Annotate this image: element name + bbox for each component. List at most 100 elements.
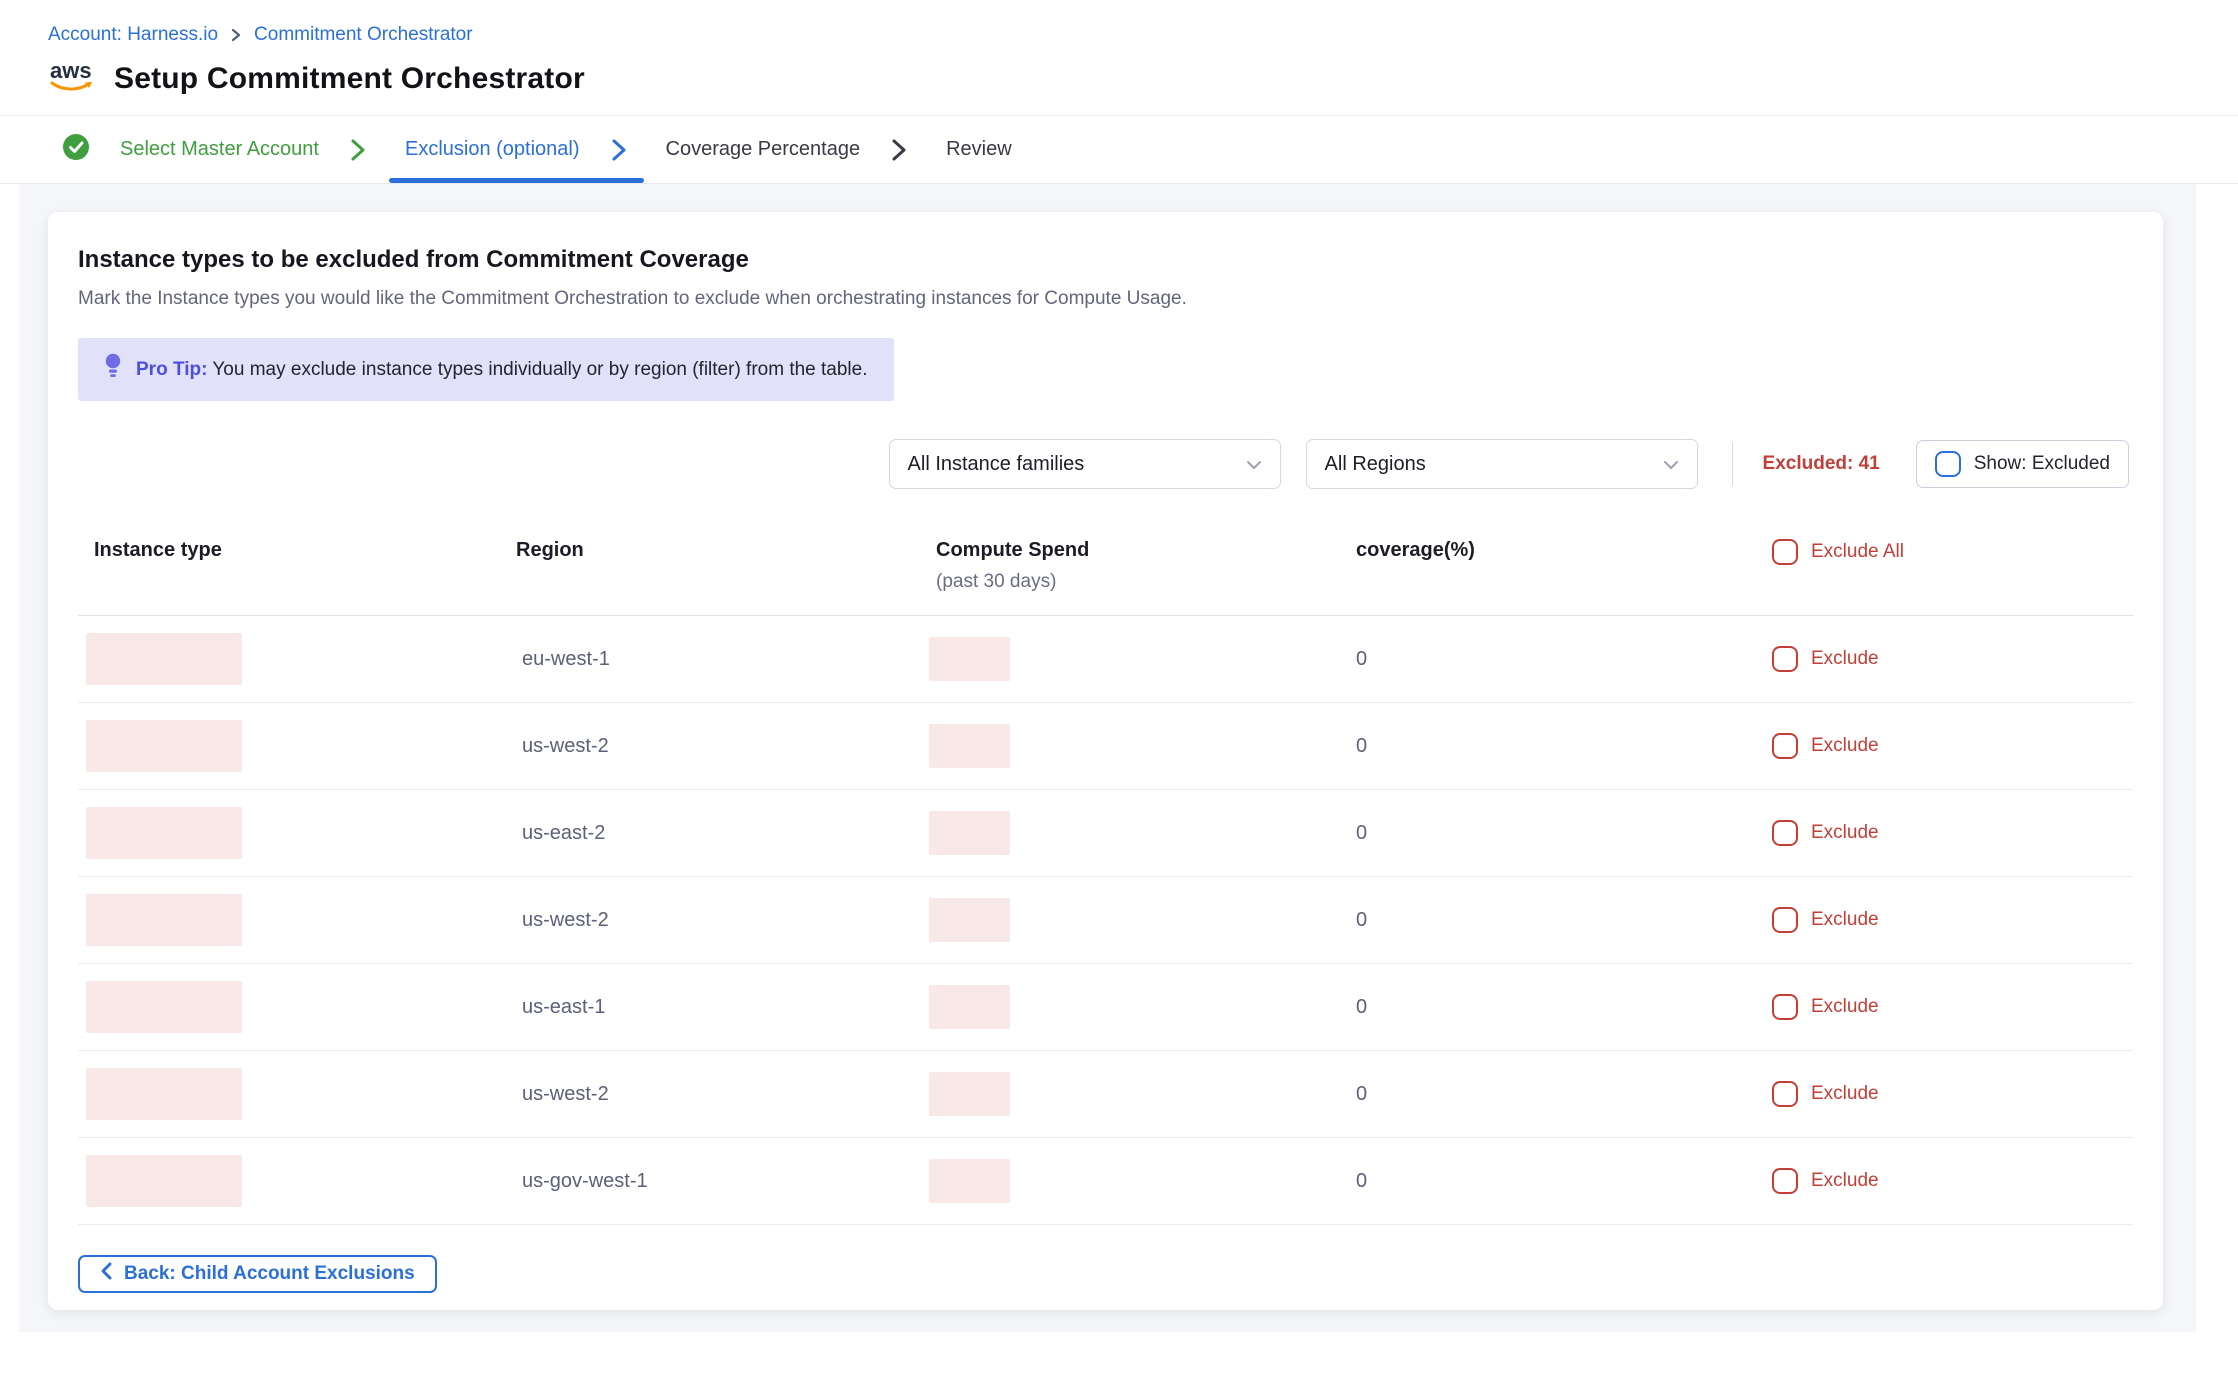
breadcrumb-account-link[interactable]: Account: Harness.io [48, 24, 218, 46]
column-header-instance-type: Instance type [78, 539, 500, 562]
compute-spend-cell [920, 724, 1340, 768]
exclusion-card: Instance types to be excluded from Commi… [48, 212, 2163, 1310]
region-cell: us-east-2 [500, 822, 920, 845]
redacted-instance-type [86, 894, 242, 946]
exclude-checkbox[interactable] [1772, 733, 1798, 759]
table-row: us-west-2 0 Exclude [78, 703, 2133, 790]
wizard-stepper: Select Master Account Exclusion (optiona… [0, 116, 2238, 184]
show-excluded-toggle[interactable]: Show: Excluded [1916, 440, 2129, 488]
step-label: Select Master Account [120, 138, 319, 161]
exclude-control: Exclude [1760, 1081, 2133, 1107]
exclude-checkbox[interactable] [1772, 820, 1798, 846]
redacted-compute-spend [929, 985, 1010, 1029]
page-title: Setup Commitment Orchestrator [114, 62, 585, 96]
table-row: us-east-1 0 Exclude [78, 964, 2133, 1051]
redacted-compute-spend [929, 811, 1010, 855]
compute-spend-cell [920, 898, 1340, 942]
exclude-control: Exclude [1760, 820, 2133, 846]
chevron-down-icon [1663, 453, 1679, 476]
coverage-cell: 0 [1340, 996, 1760, 1019]
chevron-left-icon [100, 1262, 112, 1286]
lightbulb-icon [104, 353, 122, 386]
exclude-checkbox[interactable] [1772, 1168, 1798, 1194]
region-cell: eu-west-1 [500, 648, 920, 671]
coverage-cell: 0 [1340, 1170, 1760, 1193]
exclude-control: Exclude [1760, 733, 2133, 759]
column-header-compute-spend: Compute Spend (past 30 days) [920, 539, 1340, 593]
show-excluded-checkbox[interactable] [1935, 451, 1961, 477]
step-review[interactable]: Review [946, 116, 1012, 183]
breadcrumb-page-link[interactable]: Commitment Orchestrator [254, 24, 473, 46]
check-circle-icon [62, 133, 90, 167]
exclude-checkbox[interactable] [1772, 994, 1798, 1020]
aws-logo-icon: aws [48, 58, 96, 99]
step-label: Exclusion (optional) [405, 138, 580, 161]
redacted-compute-spend [929, 637, 1010, 681]
exclude-label: Exclude [1811, 735, 1879, 757]
exclude-control: Exclude [1760, 1168, 2133, 1194]
exclude-control: Exclude [1760, 994, 2133, 1020]
table-row: us-gov-west-1 0 Exclude [78, 1138, 2133, 1225]
region-cell: us-west-2 [500, 735, 920, 758]
step-coverage-percentage[interactable]: Coverage Percentage [666, 116, 909, 183]
instance-families-select[interactable]: All Instance families [889, 439, 1281, 489]
app-header: Account: Harness.io Commitment Orchestra… [0, 0, 2238, 116]
region-cell: us-west-2 [500, 909, 920, 932]
vertical-divider [1732, 442, 1733, 486]
chevron-right-icon [610, 138, 628, 162]
exclude-control: Exclude [1760, 646, 2133, 672]
redacted-instance-type [86, 633, 242, 685]
exclude-label: Exclude [1811, 909, 1879, 931]
instance-type-cell [78, 807, 500, 859]
filter-row: All Instance families All Regions Exclud… [78, 439, 2133, 489]
chevron-right-icon [230, 27, 242, 43]
redacted-compute-spend [929, 898, 1010, 942]
table-row: us-east-2 0 Exclude [78, 790, 2133, 877]
step-select-master-account[interactable]: Select Master Account [62, 116, 367, 183]
instance-type-cell [78, 894, 500, 946]
regions-value: All Regions [1325, 453, 1426, 476]
exclude-checkbox[interactable] [1772, 646, 1798, 672]
coverage-cell: 0 [1340, 735, 1760, 758]
column-header-compute-spend-sub: (past 30 days) [936, 571, 1340, 593]
region-cell: us-gov-west-1 [500, 1170, 920, 1193]
redacted-instance-type [86, 981, 242, 1033]
pro-tip-label: Pro Tip: [136, 359, 207, 380]
compute-spend-cell [920, 985, 1340, 1029]
excluded-count-badge: Excluded: 41 [1763, 453, 1880, 475]
coverage-cell: 0 [1340, 822, 1760, 845]
region-cell: us-west-2 [500, 1083, 920, 1106]
chevron-right-icon [349, 138, 367, 162]
title-row: aws Setup Commitment Orchestrator [48, 58, 2190, 115]
exclude-control: Exclude [1760, 907, 2133, 933]
pro-tip-text: You may exclude instance types individua… [212, 359, 867, 380]
exclude-all-checkbox[interactable] [1772, 539, 1798, 565]
step-exclusion-optional[interactable]: Exclusion (optional) [405, 116, 628, 183]
instance-type-cell [78, 981, 500, 1033]
exclude-label: Exclude [1811, 822, 1879, 844]
exclude-label: Exclude [1811, 996, 1879, 1018]
step-label: Coverage Percentage [666, 138, 861, 161]
content-background: Instance types to be excluded from Commi… [19, 184, 2196, 1332]
redacted-instance-type [86, 720, 242, 772]
redacted-instance-type [86, 1068, 242, 1120]
exclusion-table: Instance type Region Compute Spend (past… [78, 525, 2133, 1225]
back-button[interactable]: Back: Child Account Exclusions [78, 1255, 437, 1293]
exclude-checkbox[interactable] [1772, 1081, 1798, 1107]
instance-type-cell [78, 633, 500, 685]
exclude-checkbox[interactable] [1772, 907, 1798, 933]
regions-select[interactable]: All Regions [1306, 439, 1698, 489]
pro-tip-banner: Pro Tip: You may exclude instance types … [78, 338, 894, 401]
compute-spend-cell [920, 1159, 1340, 1203]
coverage-cell: 0 [1340, 1083, 1760, 1106]
chevron-right-icon [890, 138, 908, 162]
breadcrumb: Account: Harness.io Commitment Orchestra… [48, 24, 2190, 46]
step-label: Review [946, 138, 1012, 161]
redacted-compute-spend [929, 724, 1010, 768]
chevron-down-icon [1246, 453, 1262, 476]
show-excluded-label: Show: Excluded [1974, 453, 2110, 475]
table-row: us-west-2 0 Exclude [78, 1051, 2133, 1138]
region-cell: us-east-1 [500, 996, 920, 1019]
exclude-label: Exclude [1811, 1083, 1879, 1105]
redacted-compute-spend [929, 1159, 1010, 1203]
